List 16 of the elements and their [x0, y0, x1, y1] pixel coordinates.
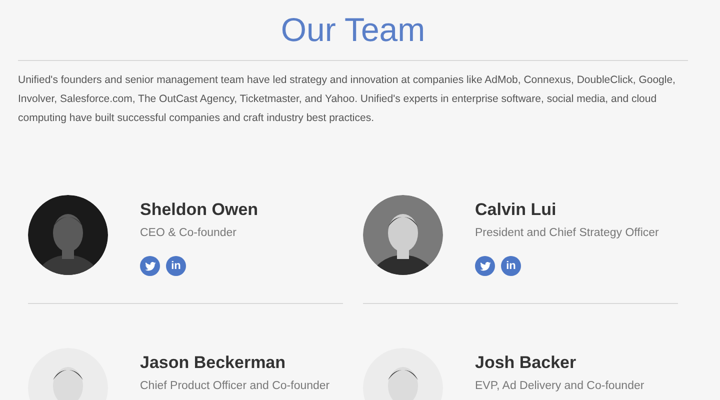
- member-name: Jason Beckerman: [140, 352, 287, 374]
- linkedin-button[interactable]: in: [166, 256, 186, 276]
- bird-icon: [144, 262, 156, 270]
- member-title: CEO & Co-founder: [140, 226, 238, 240]
- member-title: EVP, Ad Delivery and Co-founder: [475, 379, 644, 393]
- page-heading: Our Team: [280, 10, 426, 50]
- member-name: Sheldon Owen: [140, 199, 258, 221]
- intro-paragraph: Unified's founders and senior management team have led strategy and innovation at companies like AdMob, Connexus, DoubleClick, Google, Involver, Salesforce.com, The OutCast Agency, Ticketmaster, and Yahoo. Unified's experts in enterprise software, social media, and cloud computing have built successful companies and craft industry best practices.: [18, 73, 676, 126]
- member-title: President and Chief Strategy Officer: [475, 226, 659, 240]
- twitter-button[interactable]: [140, 256, 160, 276]
- linkedin-button[interactable]: in: [501, 256, 521, 276]
- twitter-button[interactable]: [475, 256, 495, 276]
- member-name: Calvin Lui: [475, 199, 558, 221]
- bird-icon: [480, 262, 490, 270]
- member-name: Josh Backer: [475, 352, 578, 374]
- member-title: Chief Product Officer and Co-founder: [140, 379, 330, 393]
